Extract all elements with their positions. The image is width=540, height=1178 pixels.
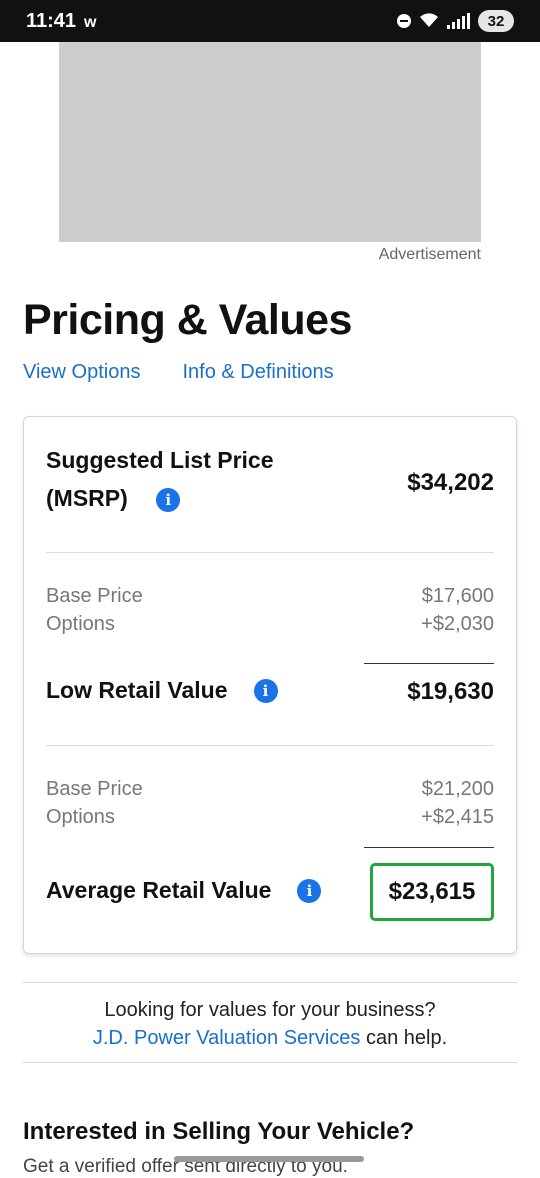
low-retail-label: Low Retail Value i [46,677,278,704]
msrp-label: Suggested List Price (MSRP) i [46,441,306,517]
signal-icon [447,13,470,29]
low-retail-label-text: Low Retail Value [46,677,228,703]
divider [23,1062,517,1063]
info-definitions-link[interactable]: Info & Definitions [182,361,333,384]
battery-indicator: 32 [478,10,514,32]
low-retail-value: $19,630 [407,678,494,705]
sell-section-title: Interested in Selling Your Vehicle? [23,1118,415,1145]
page-title: Pricing & Values [23,296,352,344]
advertisement-label: Advertisement [378,246,481,263]
low-options-label: Options [46,613,115,635]
sum-line [364,663,494,664]
msrp-info-icon[interactable]: i [156,487,181,512]
do-not-disturb-icon [397,14,411,28]
divider [46,745,494,746]
low-base-price-value: $17,600 [421,585,494,607]
avg-retail-value: $23,615 [388,878,476,905]
view-options-link[interactable]: View Options [23,361,140,384]
low-base-price-label: Base Price [46,585,143,607]
jd-power-valuation-link[interactable]: J.D. Power Valuation Services [93,1027,361,1049]
avg-options-value: +$2,415 [421,806,494,828]
avg-retail-label: Average Retail Value i [46,877,322,904]
avg-retail-value-highlight: $23,615 [370,863,494,921]
divider [23,982,517,983]
business-line-2: J.D. Power Valuation Services can help. [23,1024,517,1052]
status-time: 11:41 [26,10,77,32]
business-line-1: Looking for values for your business? [104,999,436,1021]
avg-base-price-label: Base Price [46,778,143,800]
carrier-icon: w [84,14,97,31]
low-options-value: +$2,030 [421,613,494,635]
status-bar: 11:41 w 32 [0,0,540,42]
msrp-value: $34,202 [407,469,494,496]
status-icons: 32 [397,8,514,34]
pricing-card: Suggested List Price (MSRP) i $34,202 Ba… [23,416,517,954]
divider [46,552,494,553]
business-values-text: Looking for values for your business? J.… [23,996,517,1052]
avg-base-price-value: $21,200 [421,778,494,800]
wifi-icon [419,12,439,31]
advertisement-placeholder[interactable] [59,42,481,242]
home-gesture-bar[interactable] [174,1156,364,1162]
avg-options-label: Options [46,806,115,828]
sum-line [364,847,494,848]
avg-retail-info-icon[interactable]: i [297,878,322,903]
low-retail-info-icon[interactable]: i [253,678,278,703]
avg-retail-label-text: Average Retail Value [46,877,272,903]
page-links: View Options Info & Definitions [23,361,334,384]
business-line-2-suffix: can help. [365,1027,448,1049]
